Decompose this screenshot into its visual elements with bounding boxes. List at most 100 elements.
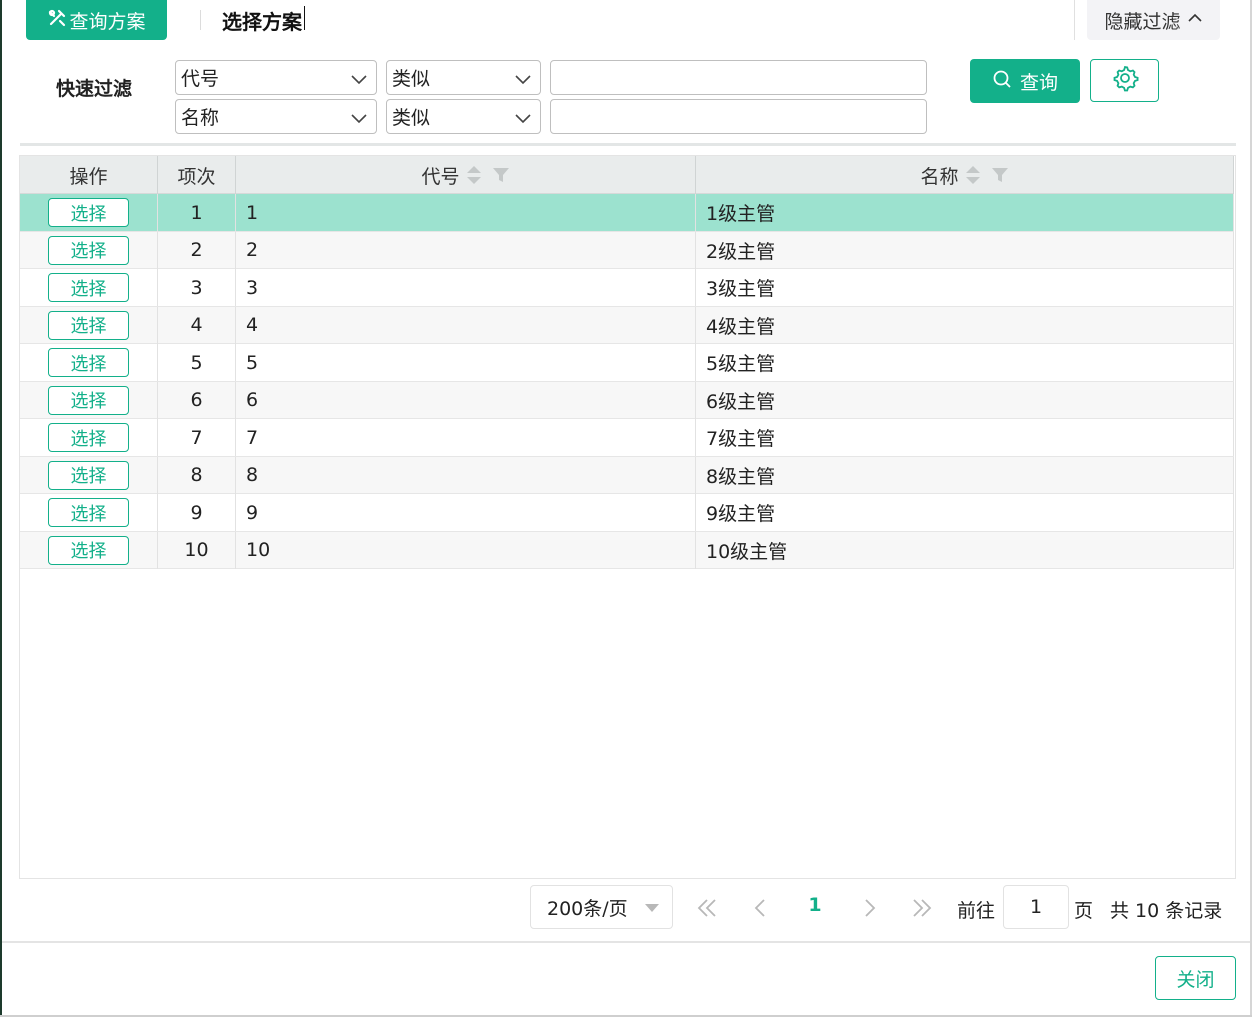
page-size-value: 200条/页: [547, 897, 628, 920]
index-cell: 4: [158, 306, 236, 344]
query-button-label: 查询: [1019, 71, 1058, 94]
table-row[interactable]: 选择 10 10 10级主管: [20, 531, 1234, 569]
next-page-icon[interactable]: [857, 896, 881, 920]
scheme-title: 选择方案: [222, 10, 302, 34]
index-cell: 9: [158, 494, 236, 531]
filter-value-input-1[interactable]: [550, 60, 927, 95]
action-cell: 选择: [20, 269, 158, 306]
table-row[interactable]: 选择 6 6 6级主管: [20, 381, 1234, 419]
column-header-action: 操作: [20, 156, 158, 194]
filter-field-select-1[interactable]: 代号: [175, 60, 377, 95]
column-header-code[interactable]: 代号: [236, 156, 696, 194]
index-cell: 7: [158, 419, 236, 456]
select-button[interactable]: 选择: [48, 235, 129, 265]
chevron-down-icon: [515, 75, 531, 85]
index-cell: 1: [158, 194, 236, 231]
query-button[interactable]: 查询: [970, 59, 1080, 103]
action-cell: 选择: [20, 419, 158, 456]
table-row[interactable]: 选择 8 8 8级主管: [20, 456, 1234, 494]
table-row[interactable]: 选择 4 4 4级主管: [20, 306, 1234, 344]
action-cell: 选择: [20, 531, 158, 569]
select-button[interactable]: 选择: [48, 498, 129, 527]
name-cell: 4级主管: [696, 306, 1234, 344]
action-cell: 选择: [20, 344, 158, 381]
select-button[interactable]: 选择: [48, 460, 129, 490]
filter-operator-select-2[interactable]: 类似: [386, 99, 541, 134]
index-cell: 2: [158, 231, 236, 269]
filter-funnel-icon[interactable]: [492, 166, 510, 184]
column-header-label: 代号: [421, 165, 460, 188]
name-cell: 2级主管: [696, 231, 1234, 269]
select-button[interactable]: 选择: [48, 198, 129, 227]
tools-icon: [47, 8, 67, 33]
select-button[interactable]: 选择: [48, 423, 129, 452]
filter-field-value-2: 名称: [181, 107, 220, 129]
hide-filter-label: 隐藏过滤: [1104, 10, 1181, 33]
close-button[interactable]: 关闭: [1155, 956, 1236, 1000]
code-cell: 1: [236, 194, 696, 231]
select-button[interactable]: 选择: [48, 310, 129, 340]
code-cell: 9: [236, 494, 696, 531]
table-row[interactable]: 选择 5 5 5级主管: [20, 344, 1234, 382]
code-cell: 8: [236, 456, 696, 494]
page-size-select[interactable]: 200条/页: [530, 885, 673, 929]
prev-page-icon[interactable]: [749, 896, 773, 920]
sort-icon[interactable]: [466, 164, 482, 186]
select-button[interactable]: 选择: [48, 385, 129, 415]
page-unit-label: 页: [1074, 900, 1094, 922]
name-cell: 3级主管: [696, 269, 1234, 306]
index-cell: 3: [158, 269, 236, 306]
table-row[interactable]: 选择 7 7 7级主管: [20, 419, 1234, 457]
filter-value-input-2[interactable]: [550, 99, 927, 134]
filter-field-select-2[interactable]: 名称: [175, 99, 377, 134]
name-cell: 5级主管: [696, 344, 1234, 381]
name-cell: 7级主管: [696, 419, 1234, 456]
chevron-down-icon: [515, 114, 531, 124]
select-button[interactable]: 选择: [48, 535, 129, 565]
filter-funnel-icon[interactable]: [991, 166, 1009, 184]
column-header-label: 名称: [920, 165, 959, 188]
code-cell: 5: [236, 344, 696, 381]
action-cell: 选择: [20, 194, 158, 231]
text-caret: [304, 6, 305, 30]
column-header-label: 操作: [69, 165, 108, 188]
code-cell: 3: [236, 269, 696, 306]
code-cell: 7: [236, 419, 696, 456]
current-page-number[interactable]: 1: [805, 894, 825, 916]
first-page-icon[interactable]: [695, 896, 719, 920]
hide-filter-button[interactable]: 隐藏过滤: [1087, 0, 1220, 40]
last-page-icon[interactable]: [910, 896, 934, 920]
sort-icon[interactable]: [965, 164, 981, 186]
goto-page-input[interactable]: 1: [1003, 885, 1069, 929]
index-cell: 5: [158, 344, 236, 381]
action-cell: 选择: [20, 494, 158, 531]
select-button[interactable]: 选择: [48, 273, 129, 302]
filter-operator-value-1: 类似: [392, 68, 431, 90]
table-header: 操作 项次 代号 名称: [20, 156, 1234, 194]
filter-operator-value-2: 类似: [392, 107, 431, 129]
name-cell: 1级主管: [696, 194, 1234, 231]
query-scheme-button[interactable]: 查询方案: [26, 0, 167, 40]
action-cell: 选择: [20, 381, 158, 419]
filter-operator-select-1[interactable]: 类似: [386, 60, 541, 95]
toolbar-divider: [200, 10, 201, 30]
chevron-down-icon: [351, 75, 367, 85]
table-body: 选择 1 1 1级主管 选择 2 2 2级主管 选择 3 3 3级主管 选择 4…: [20, 194, 1234, 569]
table-row[interactable]: 选择 1 1 1级主管: [20, 194, 1234, 232]
name-cell: 6级主管: [696, 381, 1234, 419]
column-header-name[interactable]: 名称: [696, 156, 1234, 194]
goto-label: 前往: [957, 900, 996, 922]
chevron-down-icon: [351, 114, 367, 124]
settings-button[interactable]: [1090, 59, 1159, 102]
table-row[interactable]: 选择 2 2 2级主管: [20, 231, 1234, 269]
gear-icon: [1111, 64, 1139, 97]
column-header-label: 项次: [177, 165, 216, 188]
filter-divider: [20, 143, 1236, 146]
table-row[interactable]: 选择 3 3 3级主管: [20, 269, 1234, 307]
total-records: 共 10 条记录: [1110, 900, 1223, 922]
column-header-index: 项次: [158, 156, 236, 194]
select-button[interactable]: 选择: [48, 348, 129, 377]
caret-down-icon: [645, 904, 659, 912]
table-row[interactable]: 选择 9 9 9级主管: [20, 494, 1234, 532]
action-cell: 选择: [20, 456, 158, 494]
